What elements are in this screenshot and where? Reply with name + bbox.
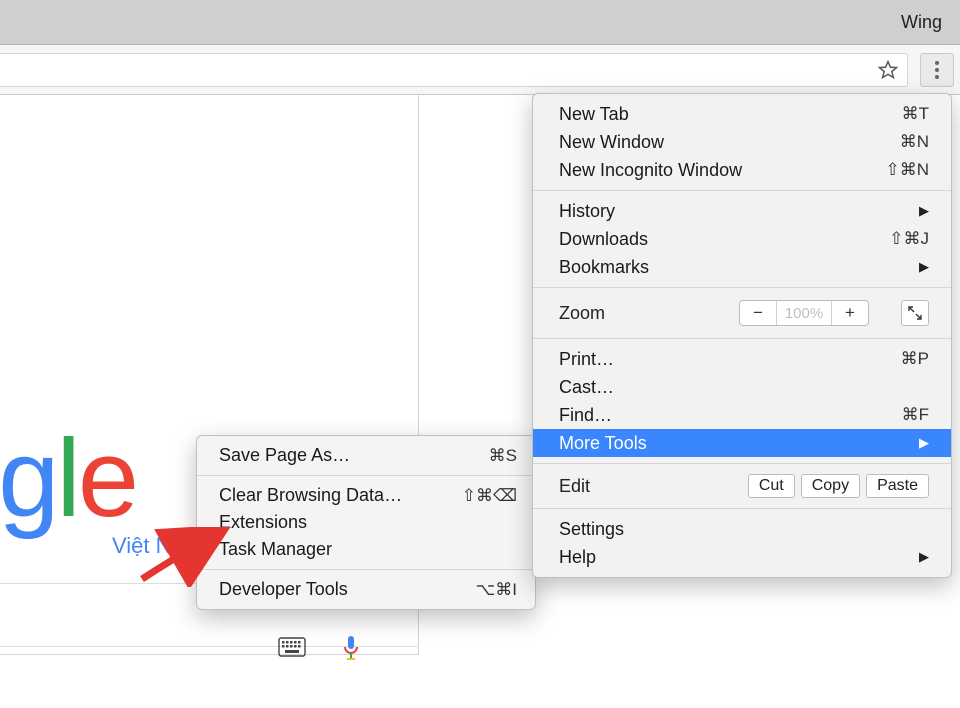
menu-item-label: Clear Browsing Data… (219, 485, 402, 506)
shortcut-label: ⌘P (901, 349, 929, 369)
menu-help[interactable]: Help ▶ (533, 543, 951, 571)
menu-new-window[interactable]: New Window ⌘N (533, 128, 951, 156)
shortcut-label: ⇧⌘N (885, 160, 929, 180)
menu-separator (533, 287, 951, 288)
menu-clear-browsing-data[interactable]: Clear Browsing Data… ⇧⌘⌫ (197, 482, 535, 509)
menu-item-label: History (559, 201, 615, 222)
zoom-in-button[interactable]: + (832, 303, 868, 323)
submenu-arrow-icon: ▶ (919, 203, 929, 219)
menu-task-manager[interactable]: Task Manager (197, 536, 535, 563)
microphone-icon[interactable] (342, 635, 360, 661)
shortcut-label: ⇧⌘⌫ (462, 486, 517, 506)
window-titlebar: Wing (0, 0, 960, 45)
menu-item-label: Task Manager (219, 539, 332, 560)
google-logo: ogle (0, 415, 136, 542)
google-locale-label: Việt Nam (112, 533, 202, 559)
menu-item-label: Help (559, 547, 596, 568)
shortcut-label: ⌥⌘I (476, 580, 517, 600)
menu-zoom-row: Zoom − 100% + (533, 294, 951, 332)
menu-developer-tools[interactable]: Developer Tools ⌥⌘I (197, 576, 535, 603)
keyboard-icon[interactable] (278, 637, 306, 657)
menu-separator (533, 508, 951, 509)
paste-button[interactable]: Paste (866, 474, 929, 498)
address-bar[interactable] (0, 53, 908, 87)
fullscreen-button[interactable] (901, 300, 929, 326)
menu-item-label: Print… (559, 349, 614, 370)
submenu-arrow-icon: ▶ (919, 259, 929, 275)
chrome-main-menu: New Tab ⌘T New Window ⌘N New Incognito W… (532, 93, 952, 578)
zoom-out-button[interactable]: − (740, 303, 776, 323)
menu-separator (533, 190, 951, 191)
menu-item-label: More Tools (559, 433, 647, 454)
menu-history[interactable]: History ▶ (533, 197, 951, 225)
menu-separator (533, 463, 951, 464)
browser-toolbar (0, 45, 960, 95)
menu-item-label: Save Page As… (219, 445, 350, 466)
menu-new-tab[interactable]: New Tab ⌘T (533, 100, 951, 128)
menu-bookmarks[interactable]: Bookmarks ▶ (533, 253, 951, 281)
menu-downloads[interactable]: Downloads ⇧⌘J (533, 225, 951, 253)
menu-settings[interactable]: Settings (533, 515, 951, 543)
shortcut-label: ⌘S (489, 446, 517, 466)
menu-extensions[interactable]: Extensions (197, 509, 535, 536)
menu-separator (197, 475, 535, 476)
zoom-control: − 100% + (739, 300, 869, 326)
dots-icon (935, 61, 939, 65)
menu-item-label: Developer Tools (219, 579, 348, 600)
more-tools-submenu: Save Page As… ⌘S Clear Browsing Data… ⇧⌘… (196, 435, 536, 610)
menu-item-label: Extensions (219, 512, 307, 533)
menu-cast[interactable]: Cast… (533, 373, 951, 401)
zoom-label: Zoom (559, 303, 605, 324)
menu-item-label: Cast… (559, 377, 614, 398)
menu-item-label: Bookmarks (559, 257, 649, 278)
menu-separator (533, 338, 951, 339)
kebab-menu-button[interactable] (920, 53, 954, 87)
menu-find[interactable]: Find… ⌘F (533, 401, 951, 429)
menu-new-incognito[interactable]: New Incognito Window ⇧⌘N (533, 156, 951, 184)
menu-item-label: New Tab (559, 104, 629, 125)
menu-save-page-as[interactable]: Save Page As… ⌘S (197, 442, 535, 469)
menu-more-tools[interactable]: More Tools ▶ (533, 429, 951, 457)
menu-item-label: New Window (559, 132, 664, 153)
window-title: Wing (901, 12, 942, 33)
shortcut-label: ⌘T (902, 104, 929, 124)
edit-label: Edit (559, 476, 590, 497)
zoom-percent: 100% (776, 301, 832, 325)
shortcut-label: ⇧⌘J (889, 229, 929, 249)
menu-print[interactable]: Print… ⌘P (533, 345, 951, 373)
submenu-arrow-icon: ▶ (919, 435, 929, 451)
menu-item-label: New Incognito Window (559, 160, 742, 181)
shortcut-label: ⌘N (900, 132, 929, 152)
cut-button[interactable]: Cut (748, 474, 795, 498)
menu-item-label: Find… (559, 405, 612, 426)
shortcut-label: ⌘F (902, 405, 929, 425)
menu-separator (197, 569, 535, 570)
fullscreen-icon (908, 306, 922, 320)
copy-button[interactable]: Copy (801, 474, 860, 498)
menu-item-label: Downloads (559, 229, 648, 250)
submenu-arrow-icon: ▶ (919, 549, 929, 565)
menu-item-label: Settings (559, 519, 624, 540)
menu-edit-row: Edit Cut Copy Paste (533, 470, 951, 502)
bookmark-star-icon[interactable] (877, 59, 899, 81)
